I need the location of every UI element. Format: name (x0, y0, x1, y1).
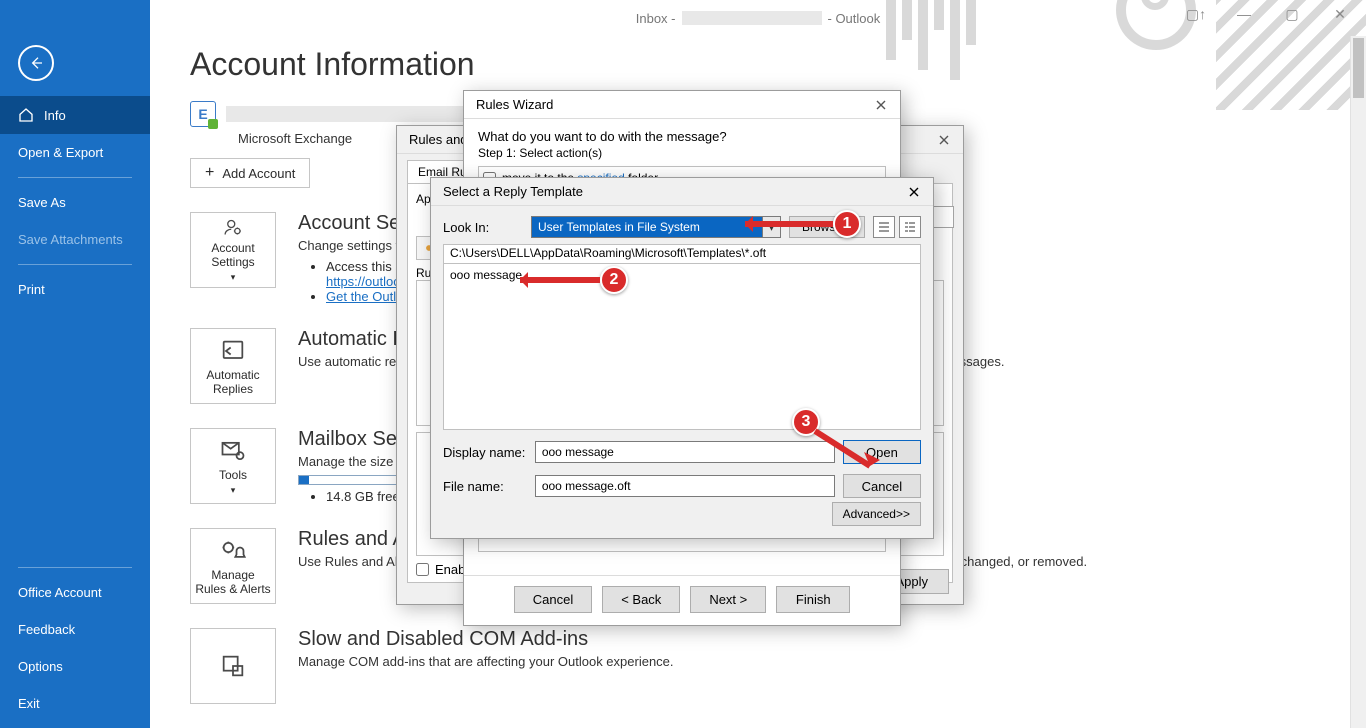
add-account-button[interactable]: + Add Account (190, 158, 310, 188)
sidebar-item-feedback[interactable]: Feedback (0, 611, 150, 648)
sidebar-label: Print (18, 282, 45, 297)
dialog-title: Select a Reply Template (443, 184, 583, 199)
file-name-input[interactable] (535, 475, 835, 497)
gear-bell-icon (219, 537, 247, 565)
wizard-question: What do you want to do with the message? (478, 129, 886, 144)
path-bar: C:\Users\DELL\AppData\Roaming\Microsoft\… (443, 244, 921, 264)
button-label: Manage Rules & Alerts (195, 568, 271, 596)
file-list[interactable]: ooo message (443, 264, 921, 430)
sidebar-label: Info (44, 108, 66, 123)
sidebar-label: Save Attachments (18, 232, 123, 247)
addin-icon (219, 652, 247, 680)
minimize-button[interactable]: — (1230, 6, 1258, 23)
button-label: Tools (219, 468, 247, 482)
sidebar-label: Save As (18, 195, 66, 210)
button-label: Automatic Replies (195, 368, 271, 396)
exchange-icon: E (190, 101, 216, 127)
close-icon[interactable] (931, 130, 957, 150)
close-window-button[interactable]: ✕ (1326, 6, 1354, 23)
list-view-icon[interactable] (873, 216, 895, 238)
ribbon-display-icon[interactable]: ▢↑ (1182, 6, 1210, 23)
titlebar-suffix: - Outlook (828, 11, 881, 26)
backstage-sidebar: Info Open & Export Save As Save Attachme… (0, 0, 150, 728)
chevron-down-icon: ▾ (231, 272, 236, 283)
sidebar-label: Open & Export (18, 145, 103, 160)
wizard-finish-button[interactable]: Finish (776, 586, 850, 613)
callout-1: 1 (745, 210, 861, 238)
cancel-button[interactable]: Cancel (843, 474, 921, 498)
close-icon[interactable] (901, 182, 927, 202)
back-button[interactable] (18, 45, 54, 81)
envelope-gear-icon (219, 437, 247, 465)
details-view-icon[interactable] (899, 216, 921, 238)
close-icon[interactable] (868, 95, 894, 115)
section-desc: Manage COM add-ins that are affecting yo… (298, 653, 674, 671)
automatic-replies-button[interactable]: Automatic Replies (190, 328, 276, 404)
sidebar-item-save-attachments: Save Attachments (0, 221, 150, 258)
callout-3: 3 (792, 408, 820, 436)
titlebar-prefix: Inbox - (636, 11, 676, 26)
sidebar-item-print[interactable]: Print (0, 271, 150, 308)
plus-icon: + (205, 165, 214, 181)
wizard-next-button[interactable]: Next > (690, 586, 766, 613)
look-in-label: Look In: (443, 220, 523, 235)
sidebar-item-office-account[interactable]: Office Account (0, 574, 150, 611)
sidebar-label: Exit (18, 696, 40, 711)
sidebar-label: Feedback (18, 622, 75, 637)
home-icon (18, 107, 34, 123)
sidebar-item-info[interactable]: Info (0, 96, 150, 134)
account-settings-button[interactable]: Account Settings ▾ (190, 212, 276, 288)
section-title: Slow and Disabled COM Add-ins (298, 628, 674, 651)
user-gear-icon (219, 217, 247, 238)
callout-2: 2 (520, 266, 628, 294)
wizard-cancel-button[interactable]: Cancel (514, 586, 592, 613)
add-account-label: Add Account (222, 166, 295, 181)
wizard-step1-label: Step 1: Select action(s) (478, 146, 886, 160)
sidebar-item-save-as[interactable]: Save As (0, 184, 150, 221)
reply-icon (219, 337, 247, 365)
combo-value: User Templates in File System (532, 220, 762, 234)
page-title: Account Information (190, 46, 1366, 83)
sidebar-item-exit[interactable]: Exit (0, 685, 150, 722)
callout-number: 1 (833, 210, 861, 238)
manage-addins-button[interactable] (190, 628, 276, 704)
button-label: Account Settings (195, 241, 271, 269)
sidebar-item-options[interactable]: Options (0, 648, 150, 685)
sidebar-label: Options (18, 659, 63, 674)
file-name-label: File name: (443, 479, 527, 494)
wizard-back-button[interactable]: < Back (602, 586, 680, 613)
sidebar-item-open-export[interactable]: Open & Export (0, 134, 150, 171)
sidebar-label: Office Account (18, 585, 102, 600)
tools-button[interactable]: Tools ▾ (190, 428, 276, 504)
callout-number: 2 (600, 266, 628, 294)
enable-rss-rules-checkbox[interactable] (416, 563, 429, 576)
titlebar-account-redacted (682, 11, 822, 25)
advanced-button[interactable]: Advanced>> (832, 502, 921, 526)
display-name-label: Display name: (443, 445, 527, 460)
display-name-input[interactable] (535, 441, 835, 463)
manage-rules-alerts-button[interactable]: Manage Rules & Alerts (190, 528, 276, 604)
chevron-down-icon: ▾ (231, 485, 236, 496)
maximize-button[interactable]: ▢ (1278, 6, 1306, 23)
dialog-title: Rules Wizard (476, 97, 553, 112)
